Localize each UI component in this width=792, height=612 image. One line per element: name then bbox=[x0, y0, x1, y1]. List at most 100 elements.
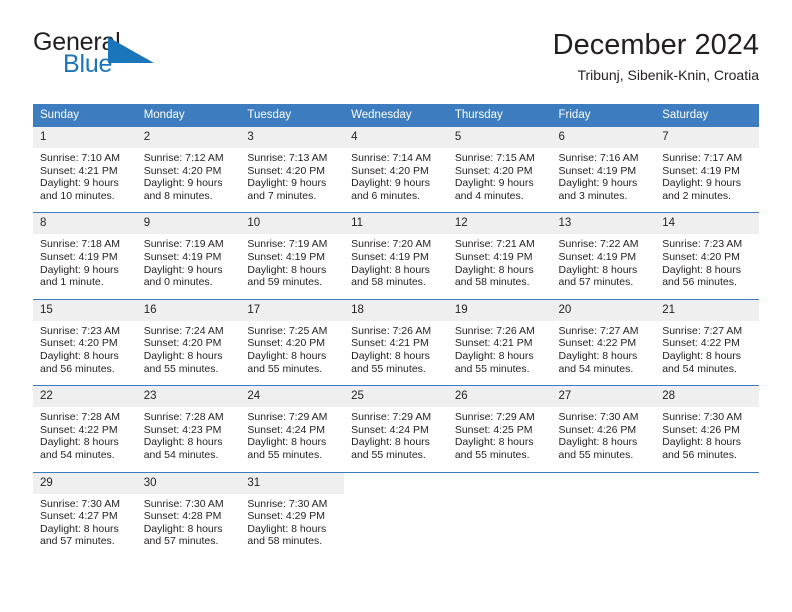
calendar-day-cell[interactable]: 18 Sunrise: 7:26 AM Sunset: 4:21 PM Dayligh… bbox=[344, 298, 448, 376]
calendar-day-cell[interactable]: 21 Sunrise: 7:27 AM Sunset: 4:22 PM Dayligh… bbox=[655, 298, 759, 376]
calendar-day-cell[interactable]: 6 Sunrise: 7:16 AM Sunset: 4:19 PM Daylight… bbox=[551, 126, 656, 203]
day-number: 25 bbox=[344, 386, 448, 408]
week-spacer bbox=[33, 462, 759, 473]
calendar-day-cell[interactable]: 5 Sunrise: 7:15 AM Sunset: 4:20 PM Daylight… bbox=[447, 126, 552, 203]
daylight-text: Daylight: 8 hours and 55 minutes. bbox=[558, 436, 638, 461]
day-number: 2 bbox=[136, 127, 241, 148]
sunrise-text: Sunrise: 7:14 AM bbox=[351, 152, 432, 164]
daylight-text: Daylight: 8 hours and 55 minutes. bbox=[454, 349, 534, 375]
daylight-text: Daylight: 9 hours and 8 minutes. bbox=[143, 177, 223, 202]
calendar-day-cell[interactable]: 31 Sunrise: 7:30 AM Sunset: 4:29 PM Dayligh… bbox=[240, 471, 345, 548]
day-details: Sunrise: 7:10 AM Sunset: 4:21 PM Daylight:… bbox=[33, 148, 137, 202]
calendar-page: General Blue December 2024 Tribunj, Sibe… bbox=[0, 0, 792, 612]
day-details: Sunrise: 7:26 AM Sunset: 4:21 PM Daylight:… bbox=[448, 321, 552, 375]
sunset-text: Sunset: 4:24 PM bbox=[351, 423, 429, 436]
calendar-day-cell[interactable]: 2 Sunrise: 7:12 AM Sunset: 4:20 PM Daylight… bbox=[136, 126, 241, 203]
brand-logo[interactable]: General Blue bbox=[33, 28, 263, 86]
day-details: Sunrise: 7:29 AM Sunset: 4:24 PM Daylight:… bbox=[240, 407, 344, 461]
sunrise-text: Sunrise: 7:12 AM bbox=[143, 152, 224, 164]
day-number: 6 bbox=[551, 127, 656, 148]
day-number bbox=[448, 473, 552, 481]
calendar-day-cell[interactable]: 27 Sunrise: 7:30 AM Sunset: 4:26 PM Dayligh… bbox=[551, 385, 656, 462]
sunrise-text: Sunrise: 7:30 AM bbox=[662, 411, 743, 424]
calendar-week-row: 1 Sunrise: 7:10 AM Sunset: 4:21 PM Daylight… bbox=[33, 126, 759, 203]
daylight-text: Daylight: 9 hours and 4 minutes. bbox=[454, 177, 534, 202]
day-number: 28 bbox=[655, 386, 759, 408]
calendar-day-cell[interactable]: 14 Sunrise: 7:23 AM Sunset: 4:20 PM Dayligh… bbox=[655, 212, 759, 289]
weekday-header-thursday: Thursday bbox=[447, 104, 552, 127]
sunset-text: Sunset: 4:20 PM bbox=[247, 164, 326, 177]
calendar-day-cell[interactable]: 24 Sunrise: 7:29 AM Sunset: 4:24 PM Dayligh… bbox=[240, 385, 345, 462]
sunset-text: Sunset: 4:20 PM bbox=[662, 250, 740, 263]
weekday-header-friday: Friday bbox=[551, 104, 656, 127]
calendar-day-cell[interactable]: 11 Sunrise: 7:20 AM Sunset: 4:19 PM Dayligh… bbox=[344, 212, 448, 289]
calendar-day-cell[interactable]: 12 Sunrise: 7:21 AM Sunset: 4:19 PM Dayligh… bbox=[447, 212, 552, 289]
calendar-day-cell[interactable]: 28 Sunrise: 7:30 AM Sunset: 4:26 PM Dayligh… bbox=[655, 385, 759, 462]
sunset-text: Sunset: 4:20 PM bbox=[143, 337, 222, 350]
calendar-day-cell[interactable]: 26 Sunrise: 7:29 AM Sunset: 4:25 PM Dayligh… bbox=[447, 385, 552, 462]
sunrise-text: Sunrise: 7:27 AM bbox=[558, 324, 639, 337]
calendar-day-cell[interactable]: 16 Sunrise: 7:24 AM Sunset: 4:20 PM Dayligh… bbox=[136, 298, 241, 376]
sunrise-text: Sunrise: 7:27 AM bbox=[662, 324, 743, 337]
calendar-day-cell[interactable]: 9 Sunrise: 7:19 AM Sunset: 4:19 PM Daylight… bbox=[136, 212, 241, 289]
calendar-body: 1 Sunrise: 7:10 AM Sunset: 4:21 PM Daylight… bbox=[33, 126, 759, 548]
sunset-text: Sunset: 4:19 PM bbox=[351, 250, 429, 263]
calendar-day-cell[interactable]: 23 Sunrise: 7:28 AM Sunset: 4:23 PM Dayligh… bbox=[136, 385, 241, 462]
day-details: Sunrise: 7:30 AM Sunset: 4:27 PM Daylight:… bbox=[33, 494, 137, 548]
day-number: 24 bbox=[240, 386, 345, 408]
day-details: Sunrise: 7:30 AM Sunset: 4:26 PM Daylight:… bbox=[552, 407, 656, 461]
calendar-day-cell[interactable]: 29 Sunrise: 7:30 AM Sunset: 4:27 PM Dayligh… bbox=[33, 471, 137, 548]
sunset-text: Sunset: 4:19 PM bbox=[454, 250, 533, 263]
sunset-text: Sunset: 4:19 PM bbox=[143, 250, 222, 263]
weekday-header-sunday: Sunday bbox=[33, 104, 137, 127]
daylight-text: Daylight: 8 hours and 57 minutes. bbox=[558, 263, 638, 289]
calendar-day-cell[interactable]: 19 Sunrise: 7:26 AM Sunset: 4:21 PM Dayligh… bbox=[447, 298, 552, 376]
day-details: Sunrise: 7:29 AM Sunset: 4:25 PM Daylight:… bbox=[448, 407, 552, 461]
sunset-text: Sunset: 4:22 PM bbox=[558, 337, 637, 350]
week-spacer-cell bbox=[33, 202, 759, 213]
calendar-day-cell[interactable]: 30 Sunrise: 7:30 AM Sunset: 4:28 PM Dayligh… bbox=[136, 471, 241, 548]
week-spacer bbox=[33, 375, 759, 386]
calendar-day-cell[interactable]: 10 Sunrise: 7:19 AM Sunset: 4:19 PM Dayligh… bbox=[240, 212, 345, 289]
day-details: Sunrise: 7:27 AM Sunset: 4:22 PM Daylight:… bbox=[655, 321, 759, 375]
daylight-text: Daylight: 8 hours and 57 minutes. bbox=[40, 522, 119, 548]
calendar-day-cell[interactable]: 8 Sunrise: 7:18 AM Sunset: 4:19 PM Daylight… bbox=[33, 212, 137, 289]
day-details: Sunrise: 7:25 AM Sunset: 4:20 PM Daylight:… bbox=[240, 321, 344, 375]
calendar-day-cell[interactable]: 25 Sunrise: 7:29 AM Sunset: 4:24 PM Dayligh… bbox=[344, 385, 448, 462]
sunset-text: Sunset: 4:25 PM bbox=[454, 423, 533, 436]
daylight-text: Daylight: 8 hours and 54 minutes. bbox=[558, 349, 638, 375]
day-number: 1 bbox=[33, 127, 137, 148]
weekday-header-saturday: Saturday bbox=[655, 104, 759, 127]
calendar-day-cell[interactable]: 17 Sunrise: 7:25 AM Sunset: 4:20 PM Dayligh… bbox=[240, 298, 345, 376]
sunset-text: Sunset: 4:19 PM bbox=[662, 164, 740, 177]
calendar-day-cell[interactable]: 22 Sunrise: 7:28 AM Sunset: 4:22 PM Dayligh… bbox=[33, 385, 137, 462]
daylight-text: Daylight: 8 hours and 55 minutes. bbox=[247, 349, 327, 375]
calendar-day-cell[interactable]: 13 Sunrise: 7:22 AM Sunset: 4:19 PM Dayligh… bbox=[551, 212, 656, 289]
sunset-text: Sunset: 4:23 PM bbox=[143, 423, 222, 436]
calendar-day-cell[interactable]: 7 Sunrise: 7:17 AM Sunset: 4:19 PM Daylight… bbox=[655, 126, 759, 203]
calendar-day-cell[interactable]: 15 Sunrise: 7:23 AM Sunset: 4:20 PM Dayligh… bbox=[33, 298, 137, 376]
day-number: 12 bbox=[447, 213, 552, 235]
sunrise-text: Sunrise: 7:30 AM bbox=[143, 497, 224, 510]
sunrise-text: Sunrise: 7:19 AM bbox=[143, 238, 224, 251]
daylight-text: Daylight: 9 hours and 2 minutes. bbox=[662, 177, 742, 202]
daylight-text: Daylight: 8 hours and 57 minutes. bbox=[143, 522, 223, 548]
sunset-text: Sunset: 4:19 PM bbox=[247, 250, 326, 263]
calendar-day-cell[interactable]: 1 Sunrise: 7:10 AM Sunset: 4:21 PM Daylight… bbox=[33, 126, 137, 203]
calendar-day-cell[interactable]: 20 Sunrise: 7:27 AM Sunset: 4:22 PM Dayligh… bbox=[551, 298, 656, 376]
day-number bbox=[655, 473, 759, 481]
daylight-text: Daylight: 8 hours and 55 minutes. bbox=[454, 436, 534, 461]
day-details: Sunrise: 7:26 AM Sunset: 4:21 PM Daylight:… bbox=[344, 321, 448, 375]
week-spacer bbox=[33, 289, 759, 300]
sunrise-text: Sunrise: 7:29 AM bbox=[247, 411, 328, 424]
calendar-day-cell[interactable]: 3 Sunrise: 7:13 AM Sunset: 4:20 PM Daylight… bbox=[240, 126, 345, 203]
day-details: Sunrise: 7:18 AM Sunset: 4:19 PM Daylight:… bbox=[33, 234, 137, 288]
sunrise-text: Sunrise: 7:23 AM bbox=[40, 324, 120, 337]
day-details: Sunrise: 7:28 AM Sunset: 4:23 PM Daylight:… bbox=[137, 407, 241, 461]
week-spacer-cell bbox=[33, 289, 759, 300]
day-details: Sunrise: 7:13 AM Sunset: 4:20 PM Daylight:… bbox=[240, 148, 344, 202]
day-number: 20 bbox=[551, 299, 656, 321]
sunset-text: Sunset: 4:20 PM bbox=[143, 164, 222, 177]
calendar-day-cell[interactable]: 4 Sunrise: 7:14 AM Sunset: 4:20 PM Daylight… bbox=[344, 126, 448, 203]
day-number: 27 bbox=[551, 386, 656, 408]
